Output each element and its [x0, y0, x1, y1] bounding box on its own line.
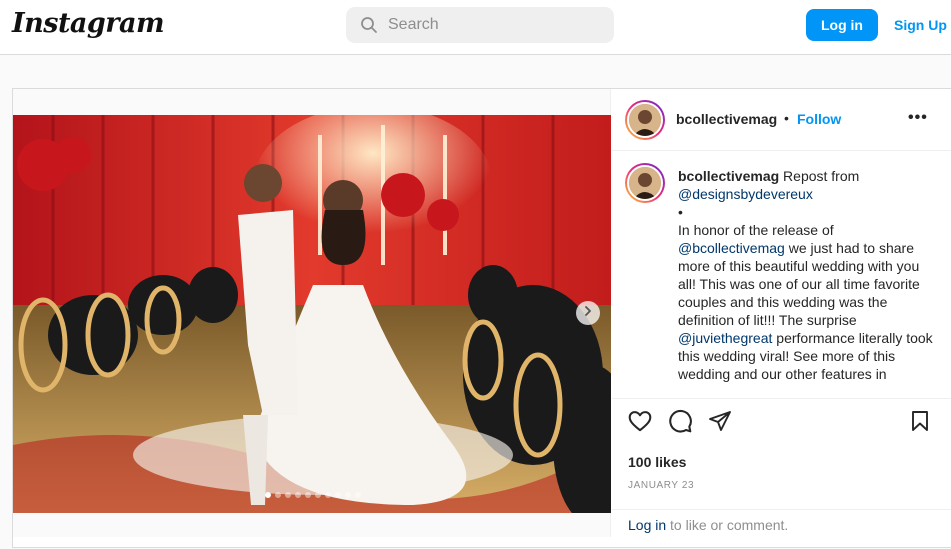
separator-dot: • [784, 110, 789, 126]
mention-link[interactable]: @juviethegreat [678, 330, 772, 346]
caption-text: bcollectivemag Repost from @designsbydev… [678, 167, 938, 383]
caption-line: In honor of the release of [678, 222, 834, 238]
carousel-dot [335, 492, 341, 498]
caption-username[interactable]: bcollectivemag [678, 168, 779, 184]
caption-area: bcollectivemag Repost from @designsbydev… [612, 151, 951, 399]
post-card: bcollectivemag • Follow ••• bcollectivem… [12, 88, 951, 548]
post-date[interactable]: JANUARY 23 [628, 480, 694, 491]
avatar[interactable] [625, 100, 665, 140]
carousel-dot [305, 492, 311, 498]
carousel-indicator [265, 492, 361, 498]
post-header: bcollectivemag • Follow ••• [612, 89, 951, 151]
signup-link[interactable]: Sign Up [894, 17, 947, 33]
heart-icon [627, 408, 653, 439]
comment-button[interactable] [666, 409, 694, 437]
like-button[interactable] [626, 409, 654, 437]
comment-login-prompt: Log in to like or comment. [628, 517, 788, 533]
login-button[interactable]: Log in [806, 9, 878, 41]
comment-login-link[interactable]: Log in [628, 517, 666, 533]
more-icon[interactable]: ••• [908, 109, 928, 127]
caption-repost-prefix: Repost from [779, 168, 860, 184]
bookmark-icon [908, 409, 932, 438]
carousel-dot [285, 492, 291, 498]
search-box[interactable]: Search [346, 7, 614, 43]
carousel-dot [275, 492, 281, 498]
carousel-dot [315, 492, 321, 498]
comment-icon [667, 408, 693, 439]
share-button[interactable] [706, 409, 734, 437]
follow-button[interactable]: Follow [797, 111, 841, 127]
carousel-dot [355, 492, 361, 498]
share-icon [708, 409, 732, 438]
likes-count[interactable]: 100 likes [628, 454, 686, 470]
post-media [13, 89, 611, 537]
carousel-next-button[interactable] [576, 301, 600, 325]
carousel-dot [345, 492, 351, 498]
action-bar [612, 409, 951, 441]
search-input[interactable]: Search [388, 16, 439, 34]
carousel-dot [295, 492, 301, 498]
wedding-photo[interactable] [13, 115, 611, 513]
carousel-dot [265, 492, 271, 498]
post-sidebar: bcollectivemag • Follow ••• bcollectivem… [612, 89, 951, 549]
mention-link[interactable]: @bcollectivemag [678, 240, 785, 256]
instagram-logo[interactable]: Instagram [12, 8, 165, 39]
save-button[interactable] [906, 409, 934, 437]
search-icon [360, 16, 378, 34]
caption-bullet: • [678, 204, 683, 220]
post-username[interactable]: bcollectivemag [676, 111, 777, 127]
top-navigation-bar: Instagram Search Log in Sign Up [0, 0, 951, 55]
chevron-right-icon [582, 304, 594, 322]
mention-link[interactable]: @designsbydevereux [678, 186, 813, 202]
carousel-dot [325, 492, 331, 498]
comment-suffix: to like or comment. [666, 517, 789, 533]
avatar[interactable] [625, 163, 665, 203]
